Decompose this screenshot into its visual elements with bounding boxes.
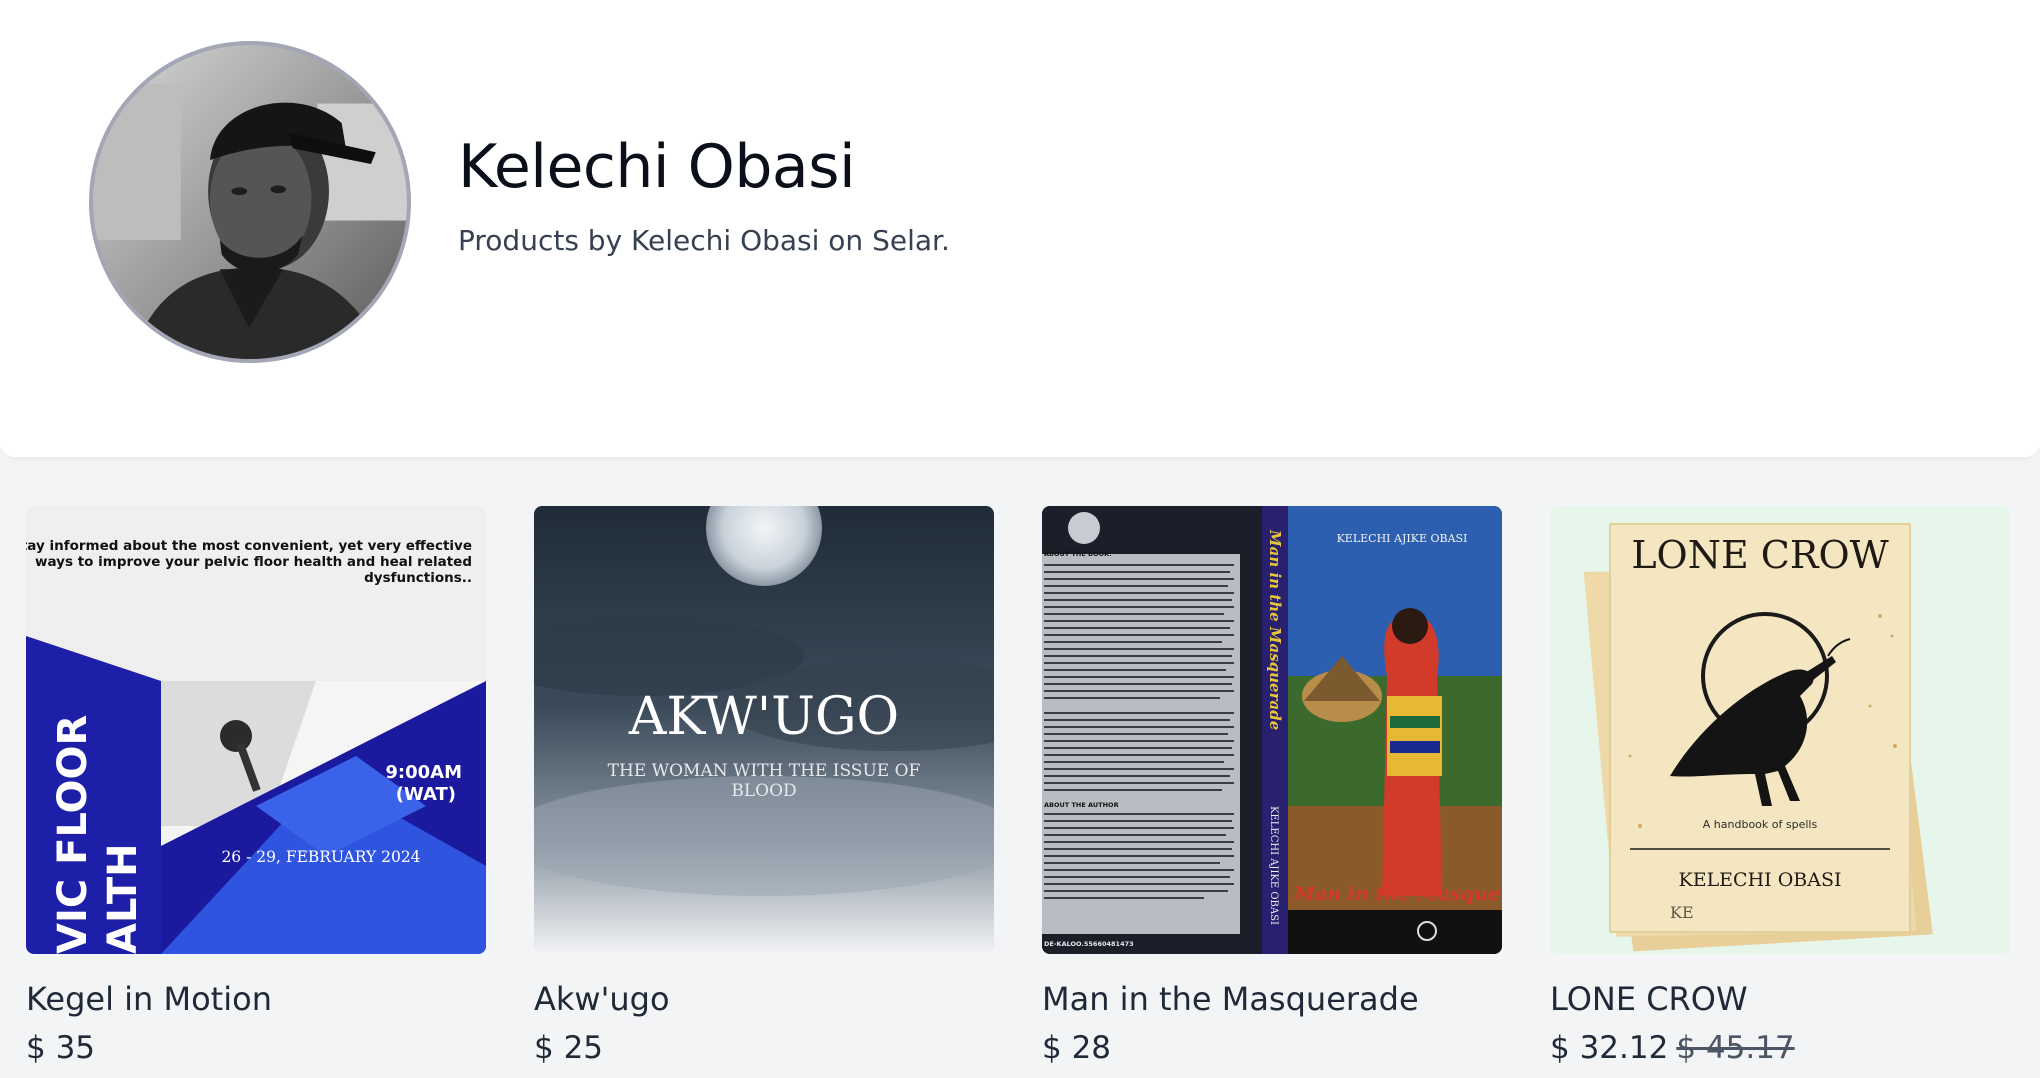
cover-intro-line: dysfunctions..	[364, 570, 472, 586]
current-price: $ 32.12	[1550, 1030, 1669, 1066]
profile-photo	[93, 45, 407, 359]
cover-about-book: ABOUT THE BOOK:	[1044, 550, 1112, 558]
cover-subtitle: THE WOMAN WITH THE ISSUE OF	[608, 761, 921, 781]
profile-header: Kelechi Obasi Products by Kelechi Obasi …	[0, 0, 2040, 457]
cover-spine-author: KELECHI AJIKE OBASI	[1268, 806, 1279, 925]
cover-timezone: (WAT)	[396, 784, 456, 805]
original-price: $ 45.17	[1676, 1030, 1795, 1066]
product-title[interactable]: Akw'ugo	[534, 980, 670, 1018]
product-price: $ 35	[26, 1030, 96, 1066]
cover-front-title: Man in the Masque	[1293, 883, 1500, 905]
cover-side-text: ALTH	[100, 843, 146, 954]
cover-author: KELECHI AJIKE OBASI	[1337, 532, 1468, 545]
masquerade-cover-art: ABOUT THE BOOK: ABOUT THE AUTHOR DE-KALO…	[1042, 506, 1502, 954]
cover-heading: LONE CROW	[1631, 533, 1888, 577]
product-title[interactable]: Man in the Masquerade	[1042, 980, 1419, 1018]
product-card-akwugo[interactable]: AKW'UGO THE WOMAN WITH THE ISSUE OF BLOO…	[534, 506, 994, 1078]
lone-crow-cover-art: LONE CROW A handbook of spells KELECHI O…	[1550, 506, 2010, 954]
avatar	[89, 41, 411, 363]
cover-intro-line: ways to improve your pelvic floor health…	[35, 554, 472, 570]
cover-heading: AKW'UGO	[628, 687, 899, 747]
cover-intro-line: Stay informed about the most convenient,…	[26, 538, 472, 554]
product-title[interactable]: LONE CROW	[1550, 980, 1748, 1018]
cover-time: 9:00AM	[385, 762, 462, 783]
cover-author: KELECHI OBASI	[1679, 869, 1842, 891]
akwugo-cover-art: AKW'UGO THE WOMAN WITH THE ISSUE OF BLOO…	[534, 506, 994, 954]
product-card-kegel-in-motion[interactable]: Stay informed about the most convenient,…	[26, 506, 486, 1078]
product-card-lone-crow[interactable]: LONE CROW A handbook of spells KELECHI O…	[1550, 506, 2010, 1078]
cover-side-text: VIC FLOOR	[50, 715, 96, 954]
cover-about-author: ABOUT THE AUTHOR	[1044, 801, 1119, 809]
product-cover-image[interactable]: Stay informed about the most convenient,…	[26, 506, 486, 954]
product-price: $ 28	[1042, 1030, 1112, 1066]
cover-isbn: DE-KALOO.55660481473	[1044, 940, 1134, 948]
cover-dates: 26 - 29, FEBRUARY 2024	[221, 848, 420, 866]
product-cover-image[interactable]: LONE CROW A handbook of spells KELECHI O…	[1550, 506, 2010, 954]
cover-subtitle: BLOOD	[731, 781, 796, 801]
kegel-cover-art: Stay informed about the most convenient,…	[26, 506, 486, 954]
cover-back-fragment: KE	[1670, 903, 1694, 922]
store-description: Products by Kelechi Obasi on Selar.	[458, 224, 950, 257]
product-grid: Stay informed about the most convenient,…	[26, 506, 2016, 1078]
cover-spine-title: Man in the Masquerade	[1266, 529, 1284, 730]
product-title[interactable]: Kegel in Motion	[26, 980, 272, 1018]
cover-tagline: A handbook of spells	[1703, 818, 1818, 831]
store-name: Kelechi Obasi	[458, 132, 856, 202]
product-cover-image[interactable]: AKW'UGO THE WOMAN WITH THE ISSUE OF BLOO…	[534, 506, 994, 954]
product-price: $ 32.12 $ 45.17	[1550, 1030, 1795, 1066]
product-card-man-in-the-masquerade[interactable]: ABOUT THE BOOK: ABOUT THE AUTHOR DE-KALO…	[1042, 506, 1502, 1078]
product-price: $ 25	[534, 1030, 604, 1066]
product-cover-image[interactable]: ABOUT THE BOOK: ABOUT THE AUTHOR DE-KALO…	[1042, 506, 1502, 954]
